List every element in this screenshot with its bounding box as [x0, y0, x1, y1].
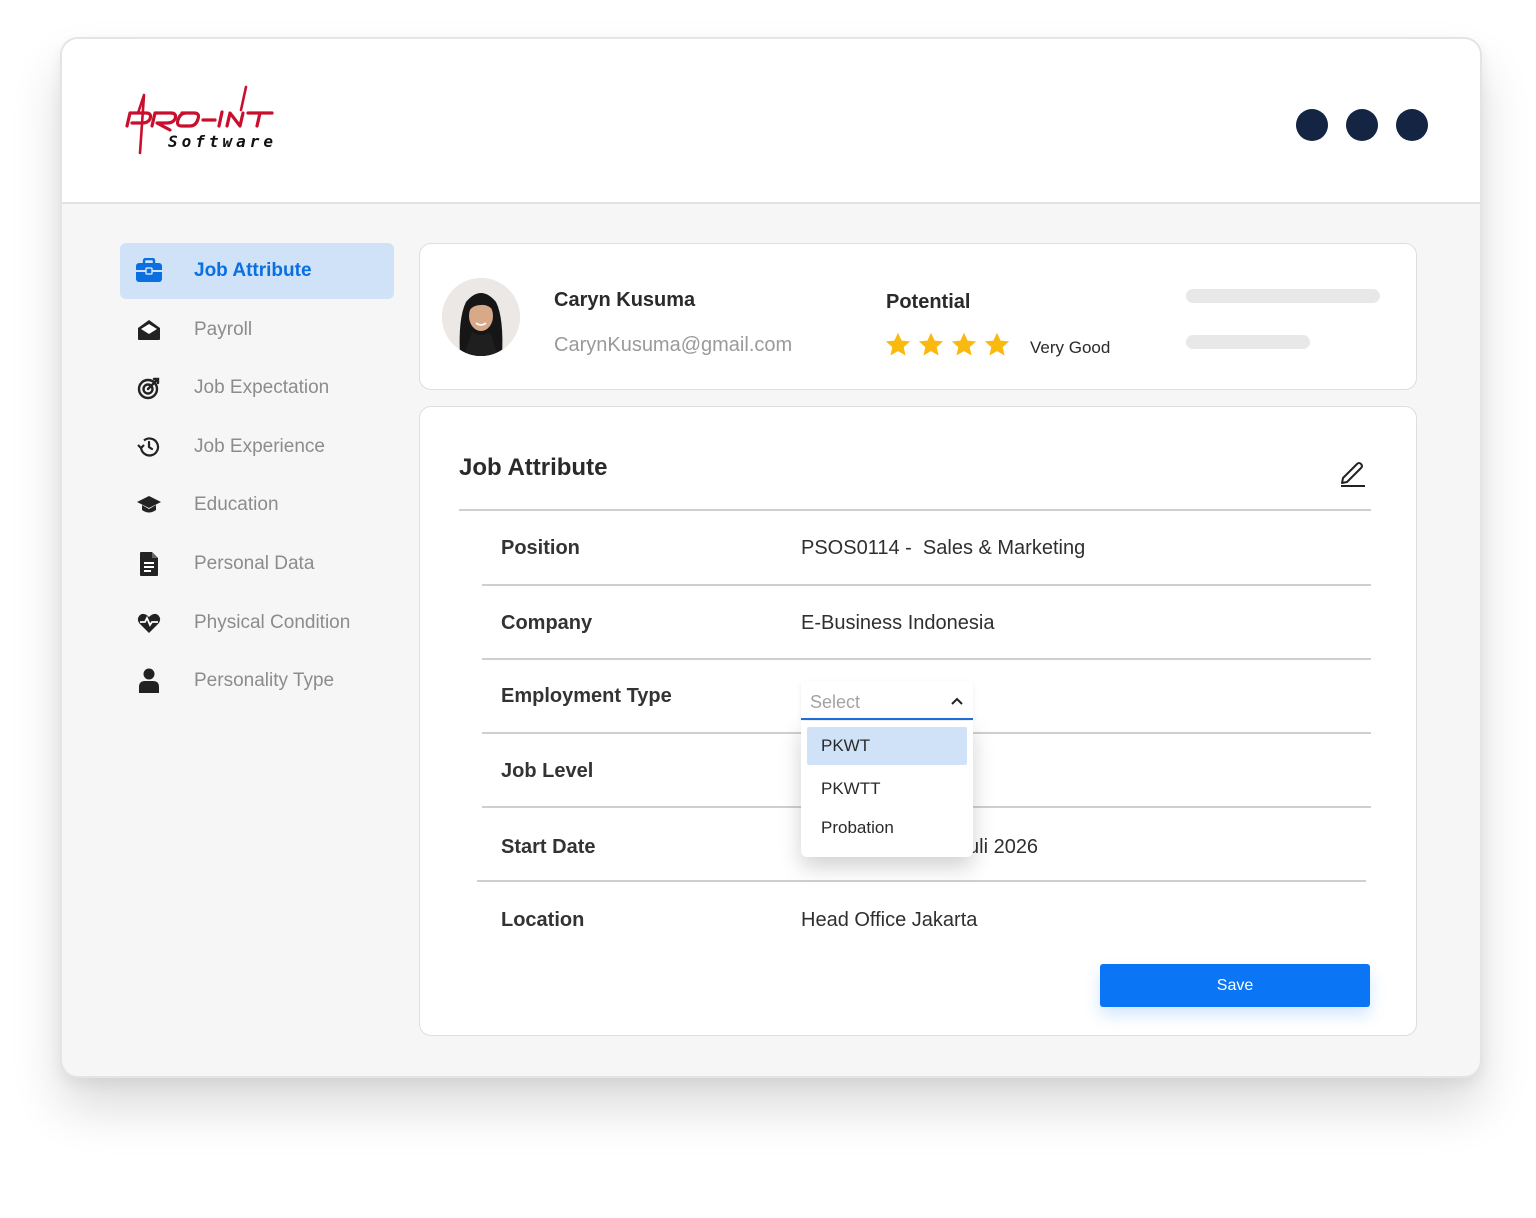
section-title: Job Attribute — [459, 454, 608, 481]
chevron-up-icon — [951, 697, 963, 705]
sidebar-item-education[interactable]: Education — [120, 477, 394, 533]
field-label: Job Level — [501, 760, 594, 782]
potential-label: Potential — [886, 291, 971, 313]
select-placeholder: Select — [810, 692, 861, 712]
graduation-cap-icon — [135, 491, 163, 519]
save-button[interactable]: Save — [1100, 964, 1370, 1007]
sidebar-item-label: Personality Type — [194, 670, 335, 692]
dropdown-option[interactable]: PKWTT — [807, 770, 967, 808]
sidebar-item-physical-condition[interactable]: Physical Condition — [120, 595, 394, 651]
user-icon — [135, 667, 163, 695]
logo-subtitle: Software — [168, 132, 278, 151]
sidebar-item-label: Education — [194, 494, 279, 516]
history-icon — [135, 433, 163, 461]
app-window: Software Job Attribute Payroll Job Expec… — [60, 37, 1482, 1078]
field-label: Start Date — [501, 836, 596, 858]
star-icon — [984, 332, 1010, 356]
field-row-location: Location Head Office Jakarta — [482, 881, 1371, 951]
profile-name: Caryn Kusuma — [554, 289, 696, 311]
window-dot[interactable] — [1396, 109, 1428, 141]
field-value: Head Office Jakarta — [801, 909, 978, 931]
sidebar-item-label: Job Expectation — [194, 377, 330, 399]
employment-type-dropdown: PKWT PKWTT Probation — [801, 721, 973, 857]
profile-email: CarynKusuma@gmail.com — [554, 334, 793, 356]
employment-type-select[interactable]: Select — [801, 681, 973, 720]
document-icon — [135, 550, 163, 578]
placeholder-bar — [1186, 289, 1380, 303]
star-icon — [918, 332, 944, 356]
avatar — [442, 278, 520, 356]
field-value: PSOS0114 - Sales & Marketing — [801, 537, 1086, 559]
field-label: Company — [501, 612, 593, 634]
sidebar-item-personality-type[interactable]: Personality Type — [120, 653, 394, 709]
sidebar-item-payroll[interactable]: Payroll — [120, 302, 394, 358]
field-value: E-Business Indonesia — [801, 612, 995, 634]
sidebar-item-personal-data[interactable]: Personal Data — [120, 536, 394, 592]
field-label: Position — [501, 537, 580, 559]
rating-text: Very Good — [1030, 338, 1111, 357]
header: Software — [62, 39, 1480, 204]
sidebar-item-job-experience[interactable]: Job Experience — [120, 419, 394, 475]
briefcase-icon — [135, 257, 163, 285]
sidebar-item-label: Payroll — [194, 318, 253, 340]
window-controls — [1296, 109, 1428, 141]
sidebar-item-label: Physical Condition — [194, 611, 351, 633]
pro-int-logo: Software — [124, 85, 284, 157]
profile-card: Caryn Kusuma CarynKusuma@gmail.com Poten… — [419, 243, 1417, 390]
field-label: Location — [501, 909, 585, 931]
job-attribute-card: Job Attribute Position PSOS0114 - Sales … — [419, 406, 1417, 1036]
sidebar-item-label: Job Attribute — [194, 260, 312, 281]
envelope-open-icon — [135, 316, 163, 344]
sidebar-item-label: Job Experience — [194, 435, 325, 457]
dropdown-option[interactable]: Probation — [807, 809, 967, 847]
star-icon — [951, 332, 977, 356]
dropdown-option[interactable]: PKWT — [807, 727, 967, 765]
sidebar-item-job-expectation[interactable]: Job Expectation — [120, 360, 394, 416]
target-icon — [135, 374, 163, 402]
field-row-company: Company E-Business Indonesia — [482, 585, 1371, 660]
placeholder-bar — [1186, 335, 1310, 349]
edit-icon[interactable] — [1338, 457, 1368, 487]
field-label: Employment Type — [501, 685, 672, 707]
field-value: uli 2026 — [968, 836, 1039, 858]
star-icon — [885, 332, 911, 356]
field-row-position: Position PSOS0114 - Sales & Marketing — [482, 511, 1371, 586]
sidebar-item-job-attribute[interactable]: Job Attribute — [120, 243, 394, 299]
sidebar: Job Attribute Payroll Job Expectation Jo… — [120, 243, 394, 712]
sidebar-item-label: Personal Data — [194, 552, 315, 574]
heart-pulse-icon — [135, 609, 163, 637]
window-dot[interactable] — [1346, 109, 1378, 141]
rating-stars — [884, 331, 1011, 359]
window-dot[interactable] — [1296, 109, 1328, 141]
